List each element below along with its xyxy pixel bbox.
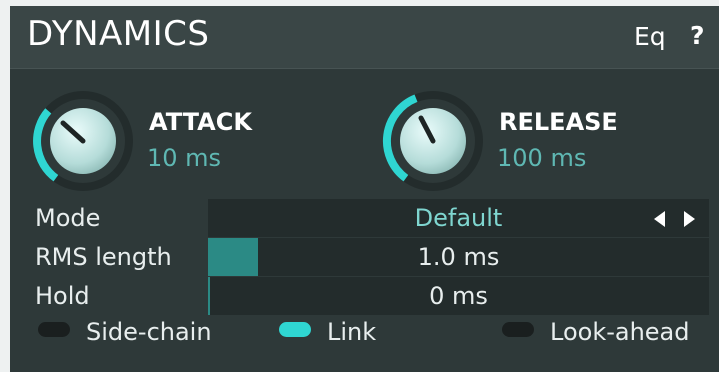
attack-knob[interactable]	[28, 86, 138, 196]
look-ahead-label: Look-ahead	[550, 318, 690, 346]
look-ahead-switch[interactable]	[502, 322, 534, 337]
hold-slider[interactable]: 0 ms	[208, 277, 709, 315]
attack-value: 10 ms	[147, 144, 222, 172]
link-toggle[interactable]: Link	[279, 318, 399, 352]
side-chain-label: Side-chain	[86, 318, 212, 346]
side-chain-toggle[interactable]: Side-chain	[38, 318, 238, 352]
help-button[interactable]: ?	[690, 21, 705, 50]
hold-label: Hold	[35, 282, 90, 310]
side-chain-switch[interactable]	[38, 322, 70, 337]
panel-title: DYNAMICS	[27, 14, 210, 54]
rms-length-label: RMS length	[35, 243, 172, 271]
look-ahead-toggle[interactable]: Look-ahead	[502, 318, 712, 352]
link-label: Link	[327, 318, 377, 346]
mode-value: Default	[414, 204, 503, 232]
rms-length-slider[interactable]: 1.0 ms	[208, 238, 709, 276]
mode-previous-icon[interactable]	[654, 211, 665, 227]
rms-length-value: 1.0 ms	[417, 243, 500, 271]
release-value: 100 ms	[497, 144, 587, 172]
mode-label: Mode	[35, 204, 101, 232]
panel-header: DYNAMICS Eq ?	[10, 6, 719, 69]
release-label: RELEASE	[499, 108, 618, 136]
attack-label: ATTACK	[149, 108, 252, 136]
hold-value: 0 ms	[429, 282, 488, 310]
mode-next-icon[interactable]	[684, 211, 695, 227]
eq-button[interactable]: Eq	[634, 22, 666, 51]
link-switch[interactable]	[279, 322, 311, 337]
dynamics-panel: DYNAMICS Eq ? ATTACK 10 ms RELEASE 100 m…	[10, 6, 719, 372]
release-knob[interactable]	[378, 86, 488, 196]
mode-selector[interactable]: Default	[208, 199, 709, 237]
